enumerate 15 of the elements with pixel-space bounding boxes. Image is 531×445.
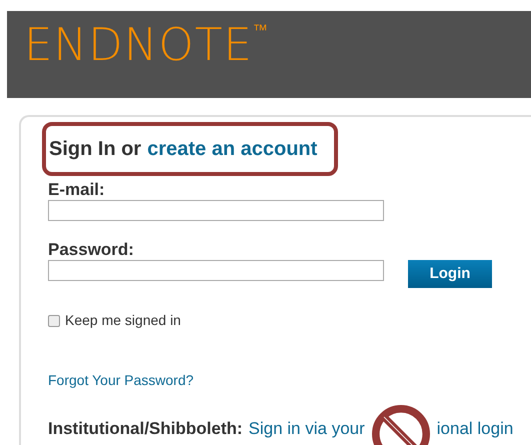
- password-field[interactable]: [48, 260, 384, 281]
- password-label: Password:: [48, 240, 135, 260]
- keep-signed-in-label: Keep me signed in: [65, 311, 181, 330]
- login-button[interactable]: Login: [408, 260, 492, 288]
- forgot-password-link[interactable]: Forgot Your Password?: [48, 370, 194, 391]
- email-label: E-mail:: [48, 180, 106, 200]
- logo: ENDNOTE: [24, 21, 253, 69]
- trademark: ™: [252, 23, 268, 38]
- keep-signed-in-checkbox[interactable]: [48, 314, 60, 326]
- sign-in-heading: Sign In or: [49, 137, 142, 162]
- institutional-label: Institutional/Shibboleth:: [48, 418, 243, 440]
- email-field[interactable]: [48, 200, 384, 221]
- institutional-login-link[interactable]: ional login: [436, 416, 514, 442]
- create-account-link[interactable]: create an account: [147, 134, 318, 164]
- institutional-login-link[interactable]: Sign in via your: [248, 416, 365, 442]
